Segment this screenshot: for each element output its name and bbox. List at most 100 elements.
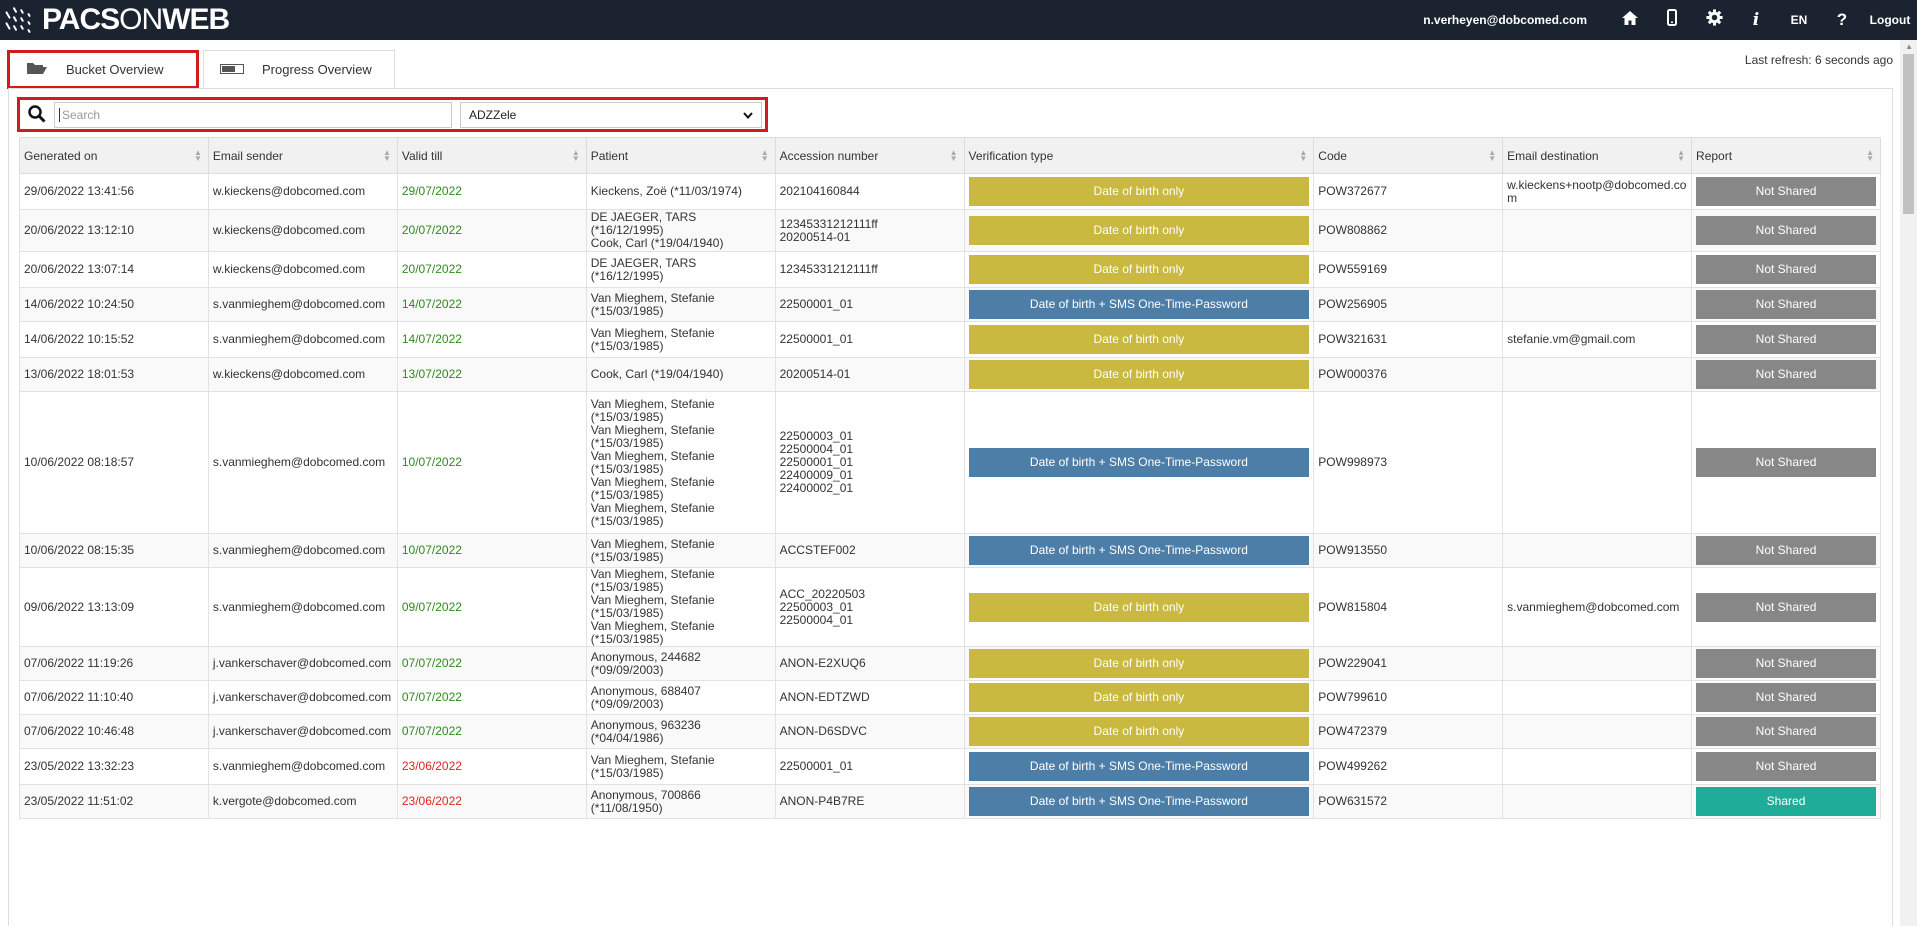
not-shared-button[interactable]: Not Shared bbox=[1696, 717, 1876, 746]
cell-generated-on: 23/05/2022 13:32:23 bbox=[19, 748, 209, 785]
not-shared-button[interactable]: Not Shared bbox=[1696, 752, 1876, 781]
not-shared-button[interactable]: Not Shared bbox=[1696, 360, 1876, 389]
cell-email-sender: s.vanmieghem@dobcomed.com bbox=[207, 748, 398, 785]
cell-email-sender: w.kieckens@dobcomed.com bbox=[207, 251, 398, 288]
cell-patient-text: Van Mieghem, Stefanie (*15/03/1985) bbox=[590, 536, 715, 564]
not-shared-button[interactable]: Not Shared bbox=[1696, 290, 1876, 319]
language-selector[interactable]: EN bbox=[1777, 13, 1821, 27]
progress-bar-icon bbox=[220, 62, 244, 77]
sort-icon[interactable]: ▲ ▼ bbox=[1677, 149, 1685, 163]
not-shared-button[interactable]: Not Shared bbox=[1696, 216, 1876, 245]
cell-patient: Kieckens, Zoë (*11/03/1974) bbox=[585, 173, 776, 210]
not-shared-button[interactable]: Not Shared bbox=[1696, 448, 1876, 477]
cell-email-destination: s.vanmieghem@dobcomed.com bbox=[1502, 567, 1693, 647]
cell-email-sender-text: w.kieckens@dobcomed.com bbox=[212, 262, 366, 276]
cell-accession-number: ANON-EDTZWD bbox=[774, 680, 965, 715]
cell-generated-on-text: 10/06/2022 08:15:35 bbox=[24, 543, 135, 557]
tab-progress-overview[interactable]: Progress Overview bbox=[203, 50, 395, 88]
column-header[interactable]: Code ▲ ▼ bbox=[1313, 137, 1504, 174]
table-row[interactable]: 23/05/2022 13:32:23 s.vanmieghem@dobcomed… bbox=[19, 748, 1881, 785]
column-header-label: Generated on bbox=[24, 148, 98, 163]
column-header[interactable]: Email sender ▲ ▼ bbox=[207, 137, 398, 174]
table-row[interactable]: 29/06/2022 13:41:56 w.kieckens@dobcomed.c… bbox=[19, 173, 1881, 210]
cell-email-destination bbox=[1502, 357, 1693, 392]
cell-valid-till-text: 23/06/2022 bbox=[401, 759, 462, 773]
table-row[interactable]: 14/06/2022 10:24:50 s.vanmieghem@dobcomed… bbox=[19, 287, 1881, 322]
column-header[interactable]: Patient ▲ ▼ bbox=[585, 137, 776, 174]
cell-report: Not Shared bbox=[1691, 391, 1881, 534]
column-header[interactable]: Valid till ▲ ▼ bbox=[396, 137, 587, 174]
sort-icon[interactable]: ▲ ▼ bbox=[1299, 149, 1307, 163]
logo[interactable]: PACSONWEB bbox=[0, 0, 230, 40]
cell-accession-number-text: 22500001_01 bbox=[779, 332, 854, 346]
not-shared-button[interactable]: Not Shared bbox=[1696, 255, 1876, 284]
table-row[interactable]: 20/06/2022 13:12:10 w.kieckens@dobcomed.c… bbox=[19, 209, 1881, 252]
shared-button[interactable]: Shared bbox=[1696, 787, 1876, 816]
cell-accession-number-text: ACCSTEF002 bbox=[779, 543, 856, 557]
scroll-up-icon[interactable]: ▲ bbox=[1905, 42, 1913, 51]
not-shared-button[interactable]: Not Shared bbox=[1696, 683, 1876, 712]
column-header[interactable]: Accession number ▲ ▼ bbox=[774, 137, 965, 174]
column-header[interactable]: Report ▲ ▼ bbox=[1691, 137, 1881, 174]
sort-icon[interactable]: ▲ ▼ bbox=[572, 149, 580, 163]
cell-generated-on: 07/06/2022 11:10:40 bbox=[19, 680, 209, 715]
sort-icon[interactable]: ▲ ▼ bbox=[383, 149, 391, 163]
cell-generated-on: 29/06/2022 13:41:56 bbox=[19, 173, 209, 210]
table-row[interactable]: 07/06/2022 11:10:40 j.vankerschaver@dobco… bbox=[19, 680, 1881, 715]
cell-generated-on-text: 07/06/2022 10:46:48 bbox=[24, 724, 135, 738]
table-header-row: Generated on ▲ ▼ Email sender ▲ ▼ Valid till ▲ ▼… bbox=[19, 137, 1881, 174]
cell-patient: Van Mieghem, Stefanie (*15/03/1985) Van … bbox=[585, 567, 776, 647]
home-icon[interactable] bbox=[1609, 10, 1651, 31]
not-shared-button[interactable]: Not Shared bbox=[1696, 592, 1876, 622]
table-row[interactable]: 10/06/2022 08:18:57 s.vanmieghem@dobcomed… bbox=[19, 391, 1881, 534]
table-row[interactable]: 20/06/2022 13:07:14 w.kieckens@dobcomed.c… bbox=[19, 251, 1881, 288]
folder-open-icon bbox=[26, 61, 48, 78]
table-row[interactable]: 07/06/2022 11:19:26 j.vankerschaver@dobco… bbox=[19, 646, 1881, 681]
cell-accession-number: 12345331212111ff 20200514-01 bbox=[774, 209, 965, 252]
cell-generated-on-text: 29/06/2022 13:41:56 bbox=[24, 184, 135, 198]
cell-accession-number: 12345331212111ff bbox=[774, 251, 965, 288]
vertical-scrollbar[interactable]: ▲ bbox=[1900, 40, 1917, 926]
table-row[interactable]: 07/06/2022 10:46:48 j.vankerschaver@dobco… bbox=[19, 714, 1881, 749]
cell-code: POW472379 bbox=[1313, 714, 1504, 749]
column-header-label: Email destination bbox=[1507, 148, 1599, 163]
cell-code-text: POW472379 bbox=[1318, 724, 1387, 738]
cell-accession-number: 22500001_01 bbox=[774, 748, 965, 785]
not-shared-button[interactable]: Not Shared bbox=[1696, 325, 1876, 354]
not-shared-button[interactable]: Not Shared bbox=[1696, 177, 1876, 206]
table-row[interactable]: 23/05/2022 11:51:02 k.vergote@dobcomed.co… bbox=[19, 784, 1881, 819]
cell-email-sender: j.vankerschaver@dobcomed.com bbox=[207, 714, 398, 749]
facility-select[interactable]: ADZZele bbox=[460, 102, 762, 128]
column-header[interactable]: Verification type ▲ ▼ bbox=[963, 137, 1315, 174]
column-header[interactable]: Email destination ▲ ▼ bbox=[1502, 137, 1693, 174]
cell-patient: Anonymous, 963236 (*04/04/1986) bbox=[585, 714, 776, 749]
gear-icon[interactable] bbox=[1693, 9, 1735, 31]
tab-bucket-overview[interactable]: Bucket Overview bbox=[9, 50, 198, 88]
help-icon[interactable]: ? bbox=[1821, 10, 1863, 30]
cell-generated-on-text: 09/06/2022 13:13:09 bbox=[24, 599, 135, 614]
table-row[interactable]: 13/06/2022 18:01:53 w.kieckens@dobcomed.c… bbox=[19, 357, 1881, 392]
sort-icon[interactable]: ▲ ▼ bbox=[1866, 149, 1874, 163]
scroll-thumb[interactable] bbox=[1903, 54, 1914, 214]
sort-icon[interactable]: ▲ ▼ bbox=[761, 149, 769, 163]
sort-icon[interactable]: ▲ ▼ bbox=[950, 149, 958, 163]
table-row[interactable]: 09/06/2022 13:13:09 s.vanmieghem@dobcomed… bbox=[19, 567, 1881, 647]
column-header[interactable]: Generated on ▲ ▼ bbox=[19, 137, 209, 174]
info-icon[interactable]: i bbox=[1735, 10, 1777, 30]
not-shared-button[interactable]: Not Shared bbox=[1696, 536, 1876, 565]
mobile-icon[interactable] bbox=[1651, 9, 1693, 31]
user-email[interactable]: n.verheyen@dobcomed.com bbox=[1423, 13, 1587, 27]
table-row[interactable]: 10/06/2022 08:15:35 s.vanmieghem@dobcomed… bbox=[19, 533, 1881, 568]
not-shared-button[interactable]: Not Shared bbox=[1696, 649, 1876, 678]
cell-valid-till-text: 10/07/2022 bbox=[401, 543, 462, 557]
table-row[interactable]: 14/06/2022 10:15:52 s.vanmieghem@dobcomed… bbox=[19, 321, 1881, 358]
column-header-label: Email sender bbox=[212, 148, 283, 163]
logo-mark-icon bbox=[4, 3, 38, 37]
cell-valid-till-text: 14/07/2022 bbox=[401, 332, 462, 346]
sort-icon[interactable]: ▲ ▼ bbox=[1488, 149, 1496, 163]
cell-accession-number: 22500003_01 22500004_01 22500001_01 2240… bbox=[774, 391, 965, 534]
sort-icon[interactable]: ▲ ▼ bbox=[194, 149, 202, 163]
search-input[interactable]: Search bbox=[54, 102, 452, 128]
logout-button[interactable]: Logout bbox=[1863, 13, 1917, 27]
cell-email-sender: w.kieckens@dobcomed.com bbox=[207, 357, 398, 392]
